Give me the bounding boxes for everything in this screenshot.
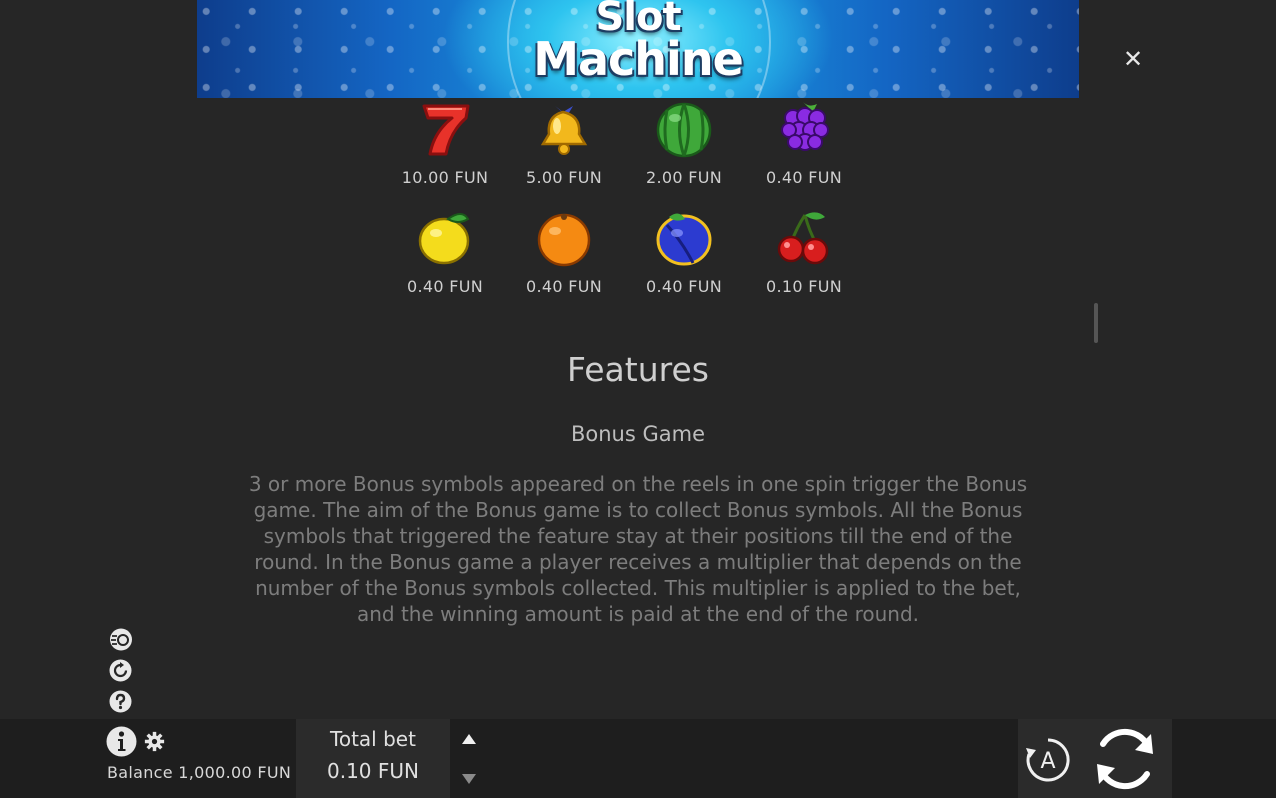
payout-value: 2.00 FUN	[646, 168, 722, 187]
orange-icon	[537, 213, 591, 267]
history-icon[interactable]	[108, 658, 133, 683]
paytable-item: 0.40 FUN	[390, 207, 500, 296]
autoplay-button[interactable]: A	[1024, 736, 1072, 784]
close-button[interactable]: ✕	[1120, 46, 1146, 72]
payout-value: 0.40 FUN	[526, 277, 602, 296]
decrease-bet-button[interactable]	[459, 771, 479, 787]
payout-value: 10.00 FUN	[401, 168, 489, 187]
payout-value: 0.40 FUN	[646, 277, 722, 296]
paytable-item: 10.00 FUN	[390, 98, 500, 187]
paytable-item: 5.00 FUN	[509, 98, 619, 187]
spin-button[interactable]	[1091, 726, 1159, 792]
payout-value: 0.40 FUN	[766, 168, 842, 187]
autoplay-label: A	[1040, 749, 1055, 774]
payout-value: 5.00 FUN	[526, 168, 602, 187]
seven-icon	[422, 104, 470, 156]
payout-value: 0.40 FUN	[407, 277, 483, 296]
watermelon-icon	[656, 102, 712, 158]
paytable-item: 0.40 FUN	[629, 207, 739, 296]
balance-display: Balance 1,000.00 FUN	[107, 763, 292, 782]
total-bet-value: 0.10 FUN	[327, 759, 419, 783]
features-heading: Features	[567, 350, 709, 389]
increase-bet-button[interactable]	[459, 731, 479, 747]
paytable-item: 0.40 FUN	[509, 207, 619, 296]
lemon-icon	[418, 213, 470, 265]
paytable-item: 0.10 FUN	[749, 207, 859, 296]
paytable-item: 0.40 FUN	[749, 98, 859, 187]
bonus-game-heading: Bonus Game	[570, 422, 705, 446]
scrollbar-thumb[interactable]	[1094, 303, 1098, 343]
payout-value: 0.10 FUN	[766, 277, 842, 296]
bell-icon	[540, 106, 588, 155]
game-banner: Slot Machine	[197, 0, 1079, 98]
logo-line-2: Machine	[533, 32, 744, 87]
total-bet-label: Total bet	[330, 727, 416, 751]
cherry-icon	[777, 212, 829, 265]
game-logo: Slot Machine	[197, 0, 1079, 82]
gear-icon[interactable]	[144, 731, 165, 752]
help-icon[interactable]	[108, 689, 133, 714]
plum-icon	[656, 213, 712, 266]
turbo-icon[interactable]	[108, 627, 133, 652]
bonus-game-description: 3 or more Bonus symbols appeared on the …	[248, 472, 1028, 626]
paytable-item: 2.00 FUN	[629, 98, 739, 187]
info-icon[interactable]	[106, 726, 137, 757]
grapes-icon	[781, 102, 829, 151]
